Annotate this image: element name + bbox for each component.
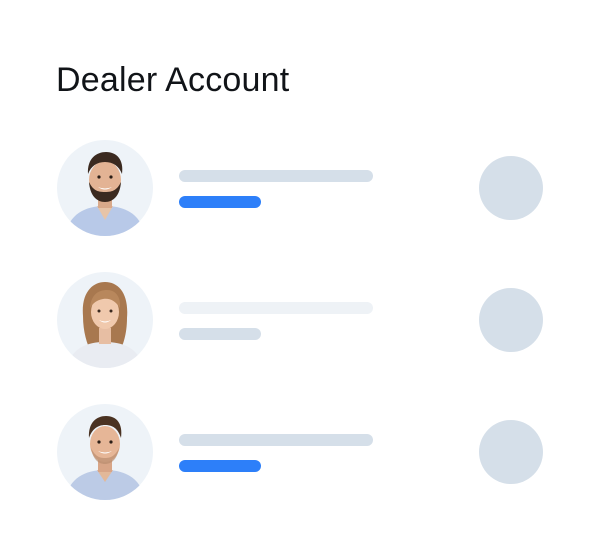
account-name-placeholder <box>179 434 373 446</box>
account-action-button[interactable] <box>479 288 543 352</box>
account-action-button[interactable] <box>479 420 543 484</box>
male-bearded-avatar <box>57 140 153 236</box>
account-action-button[interactable] <box>479 156 543 220</box>
account-status-placeholder <box>179 196 261 208</box>
male-short-hair-avatar <box>57 404 153 500</box>
account-row[interactable] <box>0 140 599 240</box>
page-title: Dealer Account <box>56 61 290 99</box>
account-row[interactable] <box>0 404 599 504</box>
account-name-placeholder <box>179 302 373 314</box>
account-status-placeholder <box>179 460 261 472</box>
female-blonde-avatar <box>57 272 153 368</box>
account-name-placeholder <box>179 170 373 182</box>
account-status-placeholder <box>179 328 261 340</box>
account-row[interactable] <box>0 272 599 372</box>
